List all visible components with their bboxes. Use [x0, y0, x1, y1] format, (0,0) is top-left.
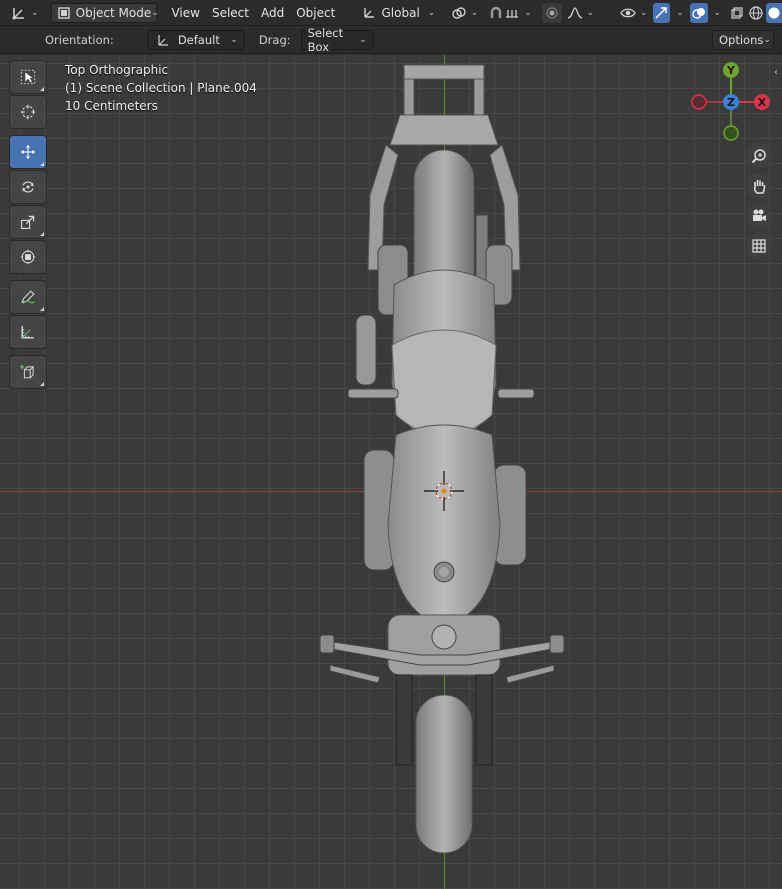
chevron-down-icon: ⌄ [230, 34, 238, 45]
pan-button[interactable] [746, 173, 772, 199]
scale-tool[interactable] [9, 205, 47, 239]
falloff-dropdown[interactable]: ⌄ [562, 3, 600, 23]
drag-dropdown[interactable]: Select Box ⌄ [300, 26, 374, 54]
move-tool[interactable] [9, 135, 47, 169]
gizmo-icon [653, 5, 669, 21]
camera-icon [751, 208, 767, 224]
chevron-down-icon: ⌄ [586, 7, 595, 18]
drag-label: Drag: [258, 32, 291, 47]
overlays-icon [691, 5, 707, 21]
proportional-edit-icon [544, 5, 560, 21]
scale-icon [20, 214, 36, 230]
zoom-icon [751, 148, 767, 164]
transform-tool[interactable] [9, 240, 47, 274]
editor-type-button[interactable]: ⌄ [6, 3, 44, 23]
viewport-header: ⌄ Object Mode ⌄ View Select Add Object G… [0, 0, 782, 26]
hand-pan-icon [751, 178, 767, 194]
transform-orientation-dropdown[interactable]: Global ⌄ [356, 3, 441, 23]
collection-info: (1) Scene Collection | Plane.004 [65, 81, 257, 95]
orientation-label: Global [381, 5, 420, 20]
grid-icon [751, 238, 767, 254]
sidebar-expand-icon[interactable]: ‹ [774, 67, 778, 78]
falloff-curve-icon [567, 5, 583, 21]
add-cube-icon [20, 364, 36, 380]
measure-tool[interactable] [9, 315, 47, 349]
xray-icon [729, 5, 745, 21]
navigation-gizmo[interactable]: Y X Z [690, 60, 774, 144]
ortho-toggle-button[interactable] [746, 233, 772, 259]
object-mode-icon [57, 5, 71, 21]
link-icon [451, 5, 467, 21]
chevron-down-icon: ⌄ [470, 7, 479, 18]
menu-object[interactable]: Object [290, 6, 341, 20]
chevron-down-icon: ⌄ [640, 7, 648, 18]
chevron-down-icon: ⌄ [524, 7, 532, 18]
mode-label: Object Mode [75, 5, 152, 20]
axis-editor-icon [11, 5, 27, 21]
menu-select[interactable]: Select [206, 6, 255, 20]
wireframe-shading-button[interactable] [747, 3, 766, 23]
cursor-tool[interactable] [9, 95, 47, 129]
xray-toggle[interactable] [727, 3, 746, 23]
3d-cursor-icon [20, 104, 36, 120]
tool-settings-bar: Orientation: Default ⌄ Drag: Select Box … [0, 26, 782, 54]
3d-viewport[interactable]: Top Orthographic (1) Scene Collection | … [0, 55, 782, 889]
orientation-value: Default [177, 32, 220, 47]
chevron-down-icon[interactable]: ⌄ [676, 8, 684, 18]
snap-increment-icon [504, 5, 520, 21]
select-box-tool[interactable] [9, 60, 47, 94]
menu-add[interactable]: Add [255, 6, 290, 20]
toolbar [9, 60, 47, 390]
add-cube-tool[interactable] [9, 355, 47, 389]
menu-view[interactable]: View [165, 6, 205, 20]
gizmo-x-label: X [758, 96, 767, 109]
pencil-icon [20, 289, 36, 305]
eye-icon [620, 5, 636, 21]
chevron-down-icon: ⌄ [359, 34, 367, 45]
drag-value: Select Box [307, 25, 344, 54]
overlays-toggle[interactable] [689, 2, 708, 23]
motorcycle-model[interactable] [300, 55, 580, 889]
snap-toggle[interactable]: ⌄ [483, 3, 537, 23]
visibility-dropdown[interactable]: ⌄ [615, 3, 653, 23]
grid-scale: 10 Centimeters [65, 99, 158, 113]
options-label: Options [719, 32, 764, 47]
orientation-gizmo-icon [361, 5, 377, 21]
viewport-info: Top Orthographic (1) Scene Collection | … [65, 61, 257, 115]
rotate-tool[interactable] [9, 170, 47, 204]
magnet-icon [488, 5, 504, 21]
chevron-down-icon: ⌄ [31, 7, 39, 18]
chevron-down-icon: ⌄ [427, 7, 436, 18]
chevron-down-icon: ⌄ [151, 7, 159, 18]
camera-view-button[interactable] [746, 203, 772, 229]
solid-shading-button[interactable] [765, 2, 782, 23]
gizmo-y-label: Y [726, 64, 736, 77]
wireframe-sphere-icon [748, 5, 764, 21]
gizmo-toggle[interactable] [652, 2, 671, 23]
rotate-icon [20, 179, 36, 195]
chevron-down-icon[interactable]: ⌄ [714, 8, 722, 18]
proportional-edit-toggle[interactable] [542, 2, 562, 23]
options-dropdown[interactable]: Options ⌄ [712, 29, 774, 50]
orientation-dropdown[interactable]: Default ⌄ [146, 29, 245, 50]
chevron-down-icon: ⌄ [763, 34, 771, 45]
orientation-axis-icon [154, 32, 170, 48]
pivot-point-dropdown[interactable]: ⌄ [446, 3, 484, 23]
cursor-box-icon [20, 69, 36, 85]
move-arrows-icon [20, 144, 36, 160]
solid-sphere-icon [766, 5, 782, 21]
annotate-tool[interactable] [9, 280, 47, 314]
gizmo-z-label: Z [727, 96, 735, 109]
mode-dropdown[interactable]: Object Mode ⌄ [50, 2, 159, 23]
orientation-label: Orientation: [45, 32, 114, 47]
transform-icon [20, 249, 36, 265]
ruler-icon [20, 324, 36, 340]
view-name: Top Orthographic [65, 63, 169, 77]
zoom-button[interactable] [746, 143, 772, 169]
